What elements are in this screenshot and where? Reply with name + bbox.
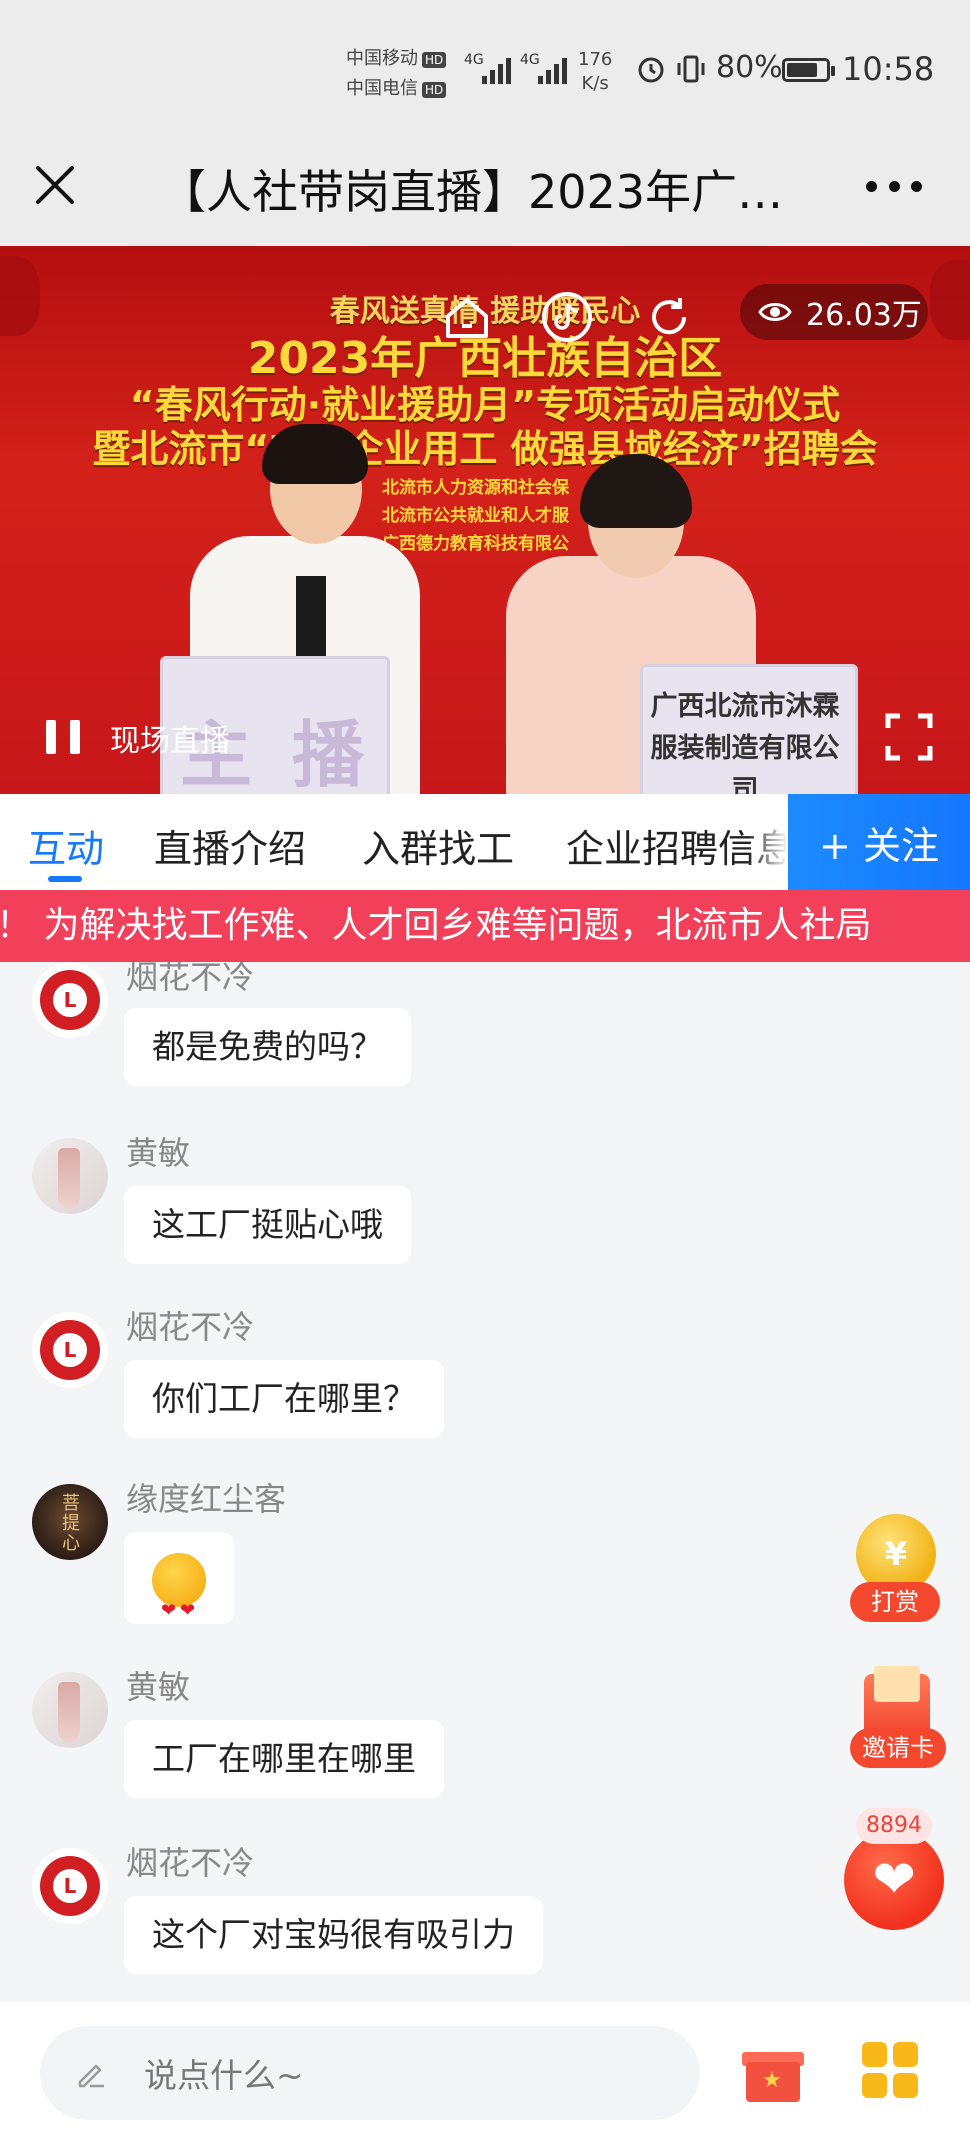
message-bubble: 都是免费的吗？ (124, 1008, 411, 1086)
heart-icon: ❤ (844, 1830, 944, 1930)
heart-eyes-emoji-icon (152, 1552, 206, 1657)
battery-percent: 80% (716, 50, 783, 85)
organizer: 北流市人力资源和社会保 (382, 478, 569, 498)
douyin-icon[interactable] (540, 290, 594, 344)
sender-name: 烟花不冷 (126, 1844, 255, 1882)
tab-interaction[interactable]: 互动 (28, 818, 104, 873)
more-apps-icon[interactable] (862, 2042, 918, 2098)
tab-bar: 互动 直播介绍 入群找工 企业招聘信息 + 关注 (0, 794, 970, 890)
organizers-list: 北流市人力资源和社会保 北流市公共就业和人才服 广西德力教育科技有限公 (382, 474, 569, 558)
network-type-2: 4G (520, 52, 540, 68)
banner-line-3: 暨北流市“支持企业用工 做强县域经济”招聘会 (92, 427, 878, 471)
page-title: 【人社带岗直播】2023年广西壮族自治区 (160, 165, 800, 219)
scrolling-notice[interactable]: ！ 为解决找工作难、人才回乡难等问题，北流市人社局 (0, 890, 970, 962)
reward-button[interactable]: ¥ 打赏 (850, 1514, 940, 1626)
carrier-info: 中国移动 HD 中国电信 HD (346, 44, 447, 104)
network-speed: 176 K/s (578, 48, 612, 96)
like-button[interactable]: ❤ 8894 (844, 1808, 944, 1930)
battery-icon (782, 58, 835, 82)
tab-live-intro[interactable]: 直播介绍 (154, 818, 306, 873)
notice-text: ！ 为解决找工作难、人才回乡难等问题，北流市人社局 (0, 905, 872, 946)
alarm-icon (638, 57, 664, 83)
active-tab-indicator (48, 876, 82, 882)
company-name-line2: 服装制造有限公司 (650, 733, 840, 794)
desk-sign-company-text: 广西北流市沐霖 服装制造有限公司 (640, 686, 850, 794)
avatar[interactable] (32, 1672, 108, 1748)
close-icon[interactable] (30, 160, 80, 210)
status-bar: 中国移动 HD 中国电信 HD 4G 4G 176 K/s 80% 10:58 (0, 0, 970, 140)
live-video-player[interactable]: 春风送真情 援助暖民心 2023年广西壮族自治区 “春风行动·就业援助月”专项活… (0, 246, 970, 794)
refresh-icon[interactable] (642, 290, 696, 344)
speed-unit: K/s (581, 73, 609, 94)
message-bubble: 工厂在哪里在哪里 (124, 1720, 444, 1798)
more-options-icon[interactable] (866, 176, 922, 196)
reward-label: 打赏 (850, 1582, 940, 1622)
gift-icon[interactable]: ★ (742, 2044, 804, 2102)
view-count-badge: 26.03万 (740, 284, 928, 340)
tab-join-group[interactable]: 入群找工 (362, 818, 514, 873)
sender-name: 黄敏 (126, 1668, 191, 1706)
hd-badge: HD (422, 52, 447, 68)
message-bubble: 这个厂对宝妈很有吸引力 (124, 1896, 543, 1974)
message-bubble: 这工厂挺贴心哦 (124, 1186, 411, 1264)
fullscreen-icon[interactable] (884, 712, 934, 762)
avatar[interactable]: L (32, 1848, 108, 1924)
message-bubble: 你们工厂在哪里？ (124, 1360, 444, 1438)
carrier-2: 中国电信 (346, 78, 418, 99)
like-count: 8894 (856, 1808, 932, 1844)
chat-list[interactable]: L 烟花不冷 都是免费的吗？ 黄敏 这工厂挺贴心哦 L 烟花不冷 你们工厂在哪里… (0, 962, 970, 2002)
signal-icon (538, 56, 567, 84)
invite-card-button[interactable]: 邀请卡 (850, 1666, 946, 1780)
battery-fill (787, 63, 818, 77)
avatar[interactable]: L (32, 962, 108, 1038)
organizer: 北流市公共就业和人才服 (382, 506, 569, 526)
eye-icon (758, 303, 792, 321)
pen-icon (78, 2064, 104, 2088)
home-icon[interactable] (440, 290, 494, 344)
sender-name: 黄敏 (126, 1134, 191, 1172)
organizer: 广西德力教育科技有限公 (382, 534, 569, 554)
vibrate-icon (677, 55, 705, 83)
message-bubble (124, 1532, 234, 1657)
invite-label: 邀请卡 (850, 1728, 946, 1768)
comment-placeholder: 说点什么~ (144, 2056, 304, 2095)
pause-icon[interactable] (46, 720, 80, 754)
follow-button[interactable]: + 关注 (748, 794, 970, 890)
signal-icon (482, 56, 511, 84)
view-count: 26.03万 (806, 298, 922, 333)
speed-value: 176 (578, 49, 613, 70)
hd-badge: HD (422, 82, 447, 98)
bottom-bar: 说点什么~ ★ (0, 2002, 970, 2134)
avatar[interactable]: L (32, 1312, 108, 1388)
carrier-1: 中国移动 (346, 48, 418, 69)
page-header: 【人社带岗直播】2023年广西壮族自治区 (0, 140, 970, 246)
clock: 10:58 (842, 50, 935, 88)
sender-name: 缘度红尘客 (126, 1480, 287, 1518)
sender-name: 烟花不冷 (126, 962, 255, 996)
avatar[interactable]: 菩提心 (32, 1484, 108, 1560)
live-label: 现场直播 (110, 724, 230, 759)
sender-name: 烟花不冷 (126, 1308, 255, 1346)
comment-input[interactable]: 说点什么~ (40, 2026, 700, 2120)
avatar[interactable] (32, 1138, 108, 1214)
network-type-1: 4G (464, 52, 484, 68)
company-name-line1: 广西北流市沐霖 (650, 691, 840, 722)
avatar-text: 菩提心 (62, 1493, 80, 1554)
